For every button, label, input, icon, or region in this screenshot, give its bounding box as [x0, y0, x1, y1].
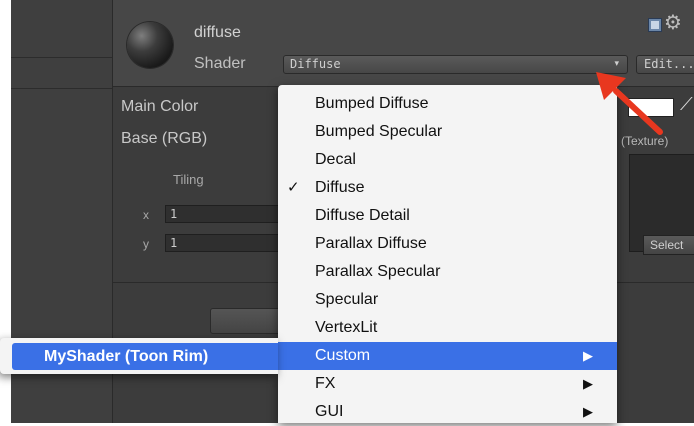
- menu-item-label: Parallax Diffuse: [315, 235, 427, 252]
- chevron-down-icon: ▾: [614, 58, 619, 68]
- submenu-item-label: MyShader (Toon Rim): [44, 348, 209, 365]
- help-book-icon[interactable]: [648, 18, 662, 32]
- checkmark-icon: ✓: [287, 179, 300, 196]
- menu-item-label: Bumped Specular: [315, 123, 443, 140]
- submenu-arrow-icon: ▶: [583, 404, 593, 419]
- menu-item-diffuse[interactable]: ✓ Diffuse: [278, 174, 617, 202]
- menu-item-label: Specular: [315, 291, 379, 308]
- submenu-item-myshader[interactable]: MyShader (Toon Rim): [12, 343, 278, 370]
- base-texture-label: Base (RGB): [121, 130, 208, 147]
- material-name: diffuse: [194, 24, 241, 41]
- menu-item-parallax-specular[interactable]: Parallax Specular: [278, 258, 617, 286]
- material-preview-sphere: [127, 22, 173, 68]
- menu-item-decal[interactable]: Decal: [278, 146, 617, 174]
- menu-item-label: GUI: [315, 403, 344, 420]
- tiling-x-field[interactable]: 1: [165, 205, 295, 223]
- shader-label: Shader: [194, 55, 246, 72]
- tiling-label: Tiling: [173, 172, 204, 187]
- menu-item-bumped-diffuse[interactable]: Bumped Diffuse: [278, 90, 617, 118]
- menu-item-label: FX: [315, 375, 336, 392]
- shader-dropdown-menu: Bumped Diffuse Bumped Specular Decal ✓ Diffu…: [278, 85, 617, 423]
- menu-item-parallax-diffuse[interactable]: Parallax Diffuse: [278, 230, 617, 258]
- shader-dropdown-value: Diffuse: [290, 57, 341, 71]
- menu-item-label: Custom: [315, 347, 371, 364]
- menu-item-label: Diffuse Detail: [315, 207, 410, 224]
- panel-divider: [11, 57, 112, 58]
- tiling-y-field[interactable]: 1: [165, 234, 295, 252]
- menu-item-diffuse-detail[interactable]: Diffuse Detail: [278, 202, 617, 230]
- menu-item-label: Decal: [315, 151, 356, 168]
- submenu-arrow-icon: ▶: [583, 348, 593, 363]
- annotation-arrow-shaft: [613, 88, 663, 135]
- submenu-arrow-icon: ▶: [583, 376, 593, 391]
- tiling-y-label: y: [143, 237, 149, 251]
- menu-item-bumped-specular[interactable]: Bumped Specular: [278, 118, 617, 146]
- menu-item-custom[interactable]: Custom ▶: [278, 342, 617, 370]
- main-color-label: Main Color: [121, 98, 199, 115]
- menu-item-label: Diffuse: [315, 179, 365, 196]
- menu-item-label: Bumped Diffuse: [315, 95, 429, 112]
- menu-item-specular[interactable]: Specular: [278, 286, 617, 314]
- menu-item-vertexlit[interactable]: VertexLit: [278, 314, 617, 342]
- custom-submenu: MyShader (Toon Rim): [0, 338, 278, 374]
- tiling-x-label: x: [143, 208, 149, 222]
- eyedropper-icon[interactable]: ⟋: [680, 94, 693, 115]
- gear-icon[interactable]: ⚙: [664, 10, 682, 35]
- shader-dropdown[interactable]: Diffuse ▾: [283, 55, 628, 74]
- menu-item-label: Parallax Specular: [315, 263, 441, 280]
- menu-item-gui[interactable]: GUI ▶: [278, 398, 617, 426]
- panel-divider: [11, 88, 112, 89]
- annotation-arrow: [596, 72, 663, 135]
- select-texture-button[interactable]: Select: [643, 235, 694, 255]
- menu-item-fx[interactable]: FX ▶: [278, 370, 617, 398]
- menu-item-label: VertexLit: [315, 319, 378, 336]
